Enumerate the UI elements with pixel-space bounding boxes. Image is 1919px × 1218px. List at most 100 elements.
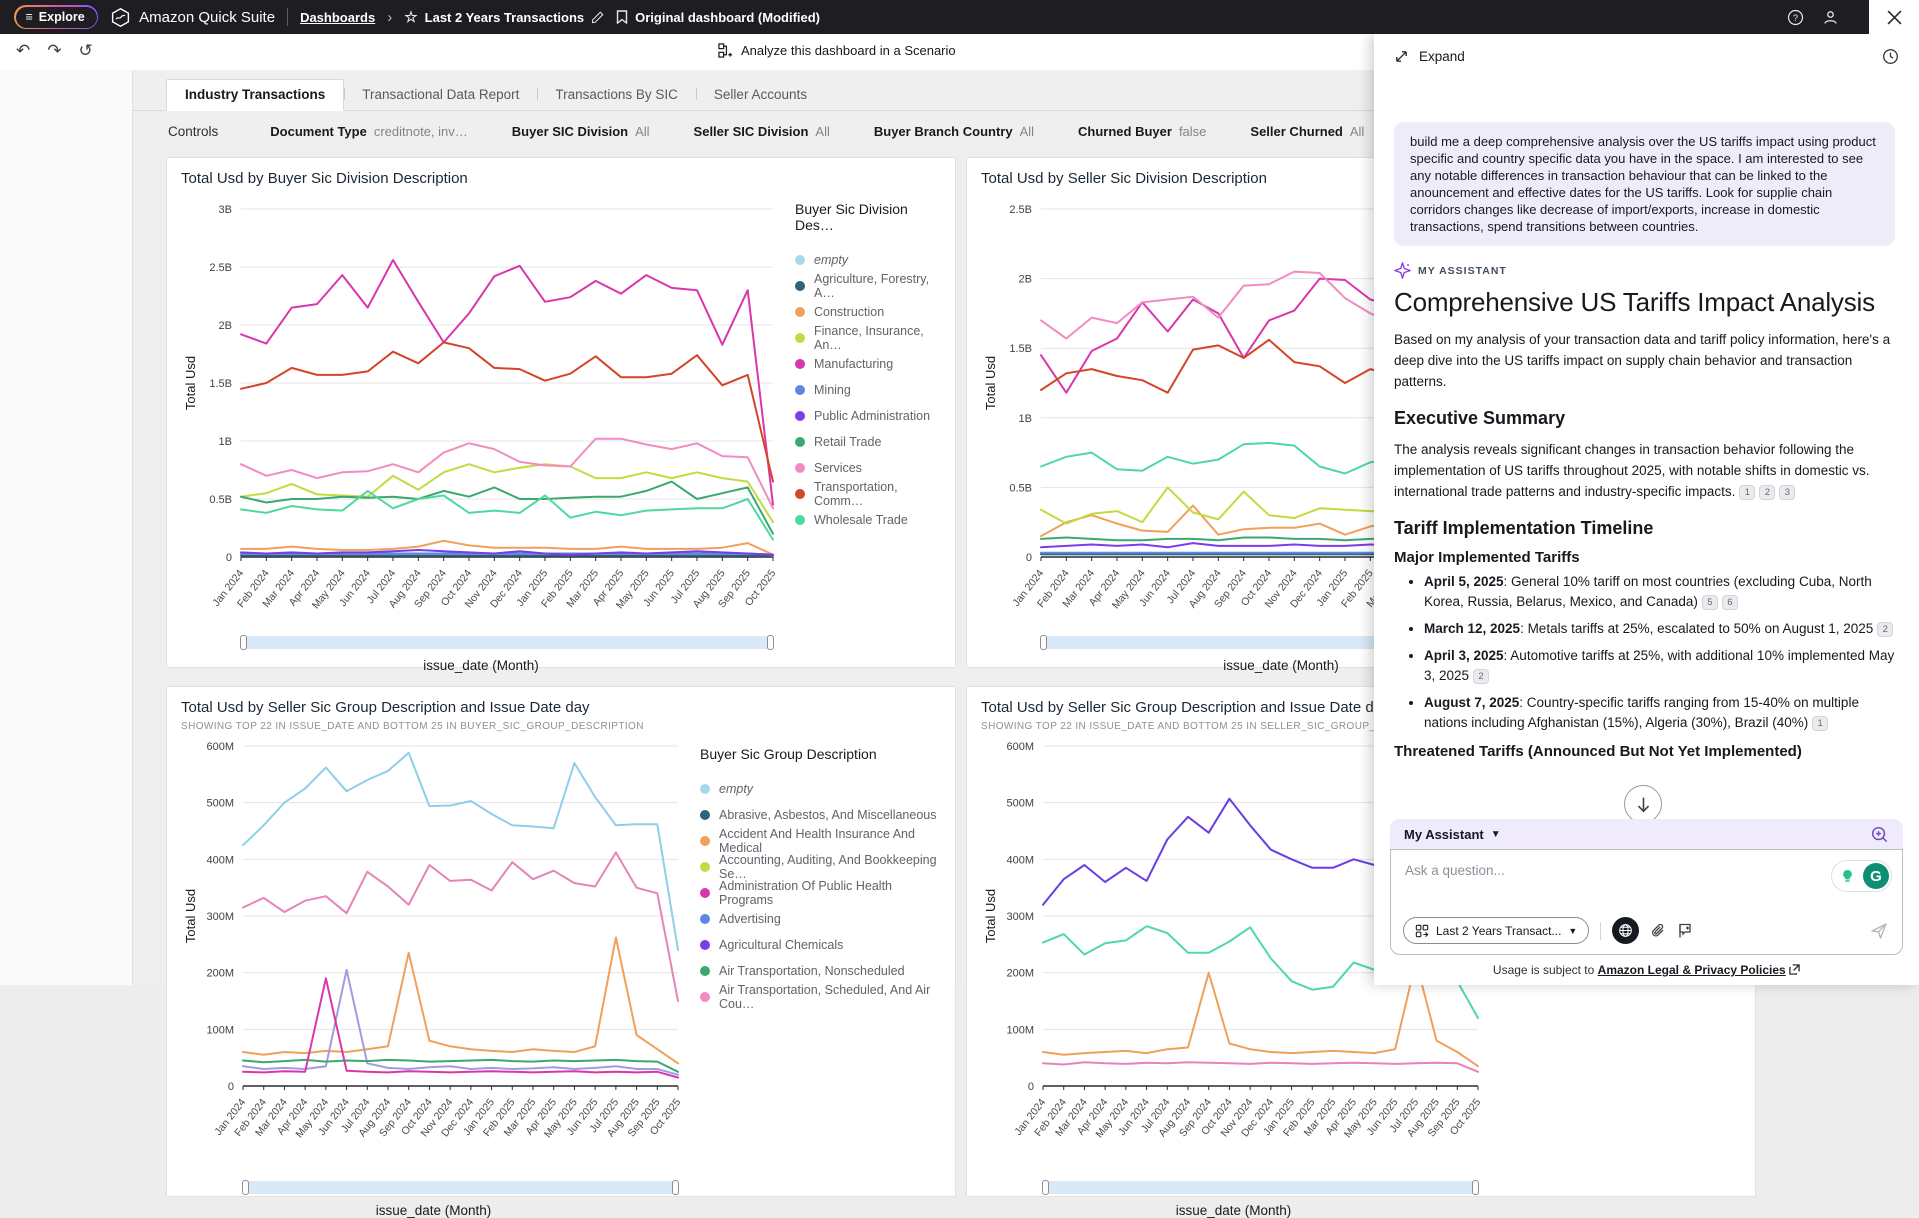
tab-seller-accounts[interactable]: Seller Accounts	[696, 80, 825, 110]
expand-icon[interactable]	[1394, 49, 1409, 64]
citation-chip-1[interactable]: 1	[1812, 716, 1828, 731]
prompt-library-button[interactable]	[1677, 923, 1693, 939]
web-search-toggle[interactable]	[1612, 917, 1639, 944]
slider-handle-left[interactable]	[242, 1180, 249, 1195]
legend-item-public-administration[interactable]: Public Administration	[795, 403, 941, 429]
undo-icon[interactable]: ↶	[16, 41, 30, 61]
control-seller-sic-division[interactable]: Seller SIC DivisionAll	[694, 124, 830, 139]
explore-button[interactable]: ≡ Explore	[14, 5, 98, 29]
legend-item-finance-insurance-an-[interactable]: Finance, Insurance, An…	[795, 325, 941, 351]
grammarly-g-icon[interactable]: G	[1863, 863, 1889, 889]
close-icon	[1887, 10, 1902, 25]
brand[interactable]: Amazon Quick Suite	[110, 7, 275, 28]
help-icon[interactable]: ?	[1787, 9, 1804, 26]
legend-item-manufacturing[interactable]: Manufacturing	[795, 351, 941, 377]
citation-chip-2[interactable]: 2	[1759, 485, 1775, 500]
svg-text:200M: 200M	[1006, 968, 1034, 980]
chart-legend: Buyer Sic Division Des…emptyAgriculture,…	[781, 191, 941, 673]
legal-link[interactable]: Amazon Legal & Privacy Policies	[1598, 963, 1786, 977]
svg-text:600M: 600M	[1006, 741, 1034, 753]
reset-icon[interactable]: ↺	[79, 41, 93, 61]
svg-text:0: 0	[1026, 552, 1032, 564]
close-panel-button[interactable]	[1869, 0, 1919, 34]
question-input[interactable]: Ask a question... G Last 2 Years Transac…	[1390, 849, 1903, 955]
svg-text:300M: 300M	[206, 911, 234, 923]
zoom-chat-icon[interactable]	[1870, 825, 1889, 844]
redo-icon[interactable]: ↷	[47, 41, 61, 61]
legend-item-air-transportation-scheduled-and-air-cou-[interactable]: Air Transportation, Scheduled, And Air C…	[700, 984, 941, 1010]
legend-item-advertising[interactable]: Advertising	[700, 906, 941, 932]
legend-item-accident-and-health-insurance-and-medical[interactable]: Accident And Health Insurance And Medica…	[700, 828, 941, 854]
edit-pencil-icon[interactable]	[591, 11, 604, 24]
legend-item-retail-trade[interactable]: Retail Trade	[795, 429, 941, 455]
x-axis-label: issue_date (Month)	[981, 1203, 1486, 1218]
slider-handle-right[interactable]	[1472, 1180, 1479, 1195]
legend-item-administration-of-public-health-programs[interactable]: Administration Of Public Health Programs	[700, 880, 941, 906]
slider-handle-right[interactable]	[672, 1180, 679, 1195]
control-buyer-branch-country[interactable]: Buyer Branch CountryAll	[874, 124, 1034, 139]
attach-file-button[interactable]	[1650, 923, 1666, 939]
tab-transactional-data-report[interactable]: Transactional Data Report	[344, 80, 537, 110]
citation-chip-6[interactable]: 6	[1722, 595, 1738, 610]
legend-dot	[700, 940, 710, 950]
legend-item-agriculture-forestry-a-[interactable]: Agriculture, Forestry, A…	[795, 273, 941, 299]
data-scope-chip[interactable]: Last 2 Years Transact... ▼	[1403, 917, 1589, 944]
control-buyer-sic-division[interactable]: Buyer SIC DivisionAll	[512, 124, 650, 139]
scenario-icon	[718, 43, 733, 58]
caret-down-icon[interactable]: ▼	[1491, 829, 1501, 840]
chart-subtitle: SHOWING TOP 22 IN ISSUE_DATE AND BOTTOM …	[181, 721, 941, 732]
legend-item-transportation-comm-[interactable]: Transportation, Comm…	[795, 481, 941, 507]
expand-label[interactable]: Expand	[1419, 49, 1465, 64]
control-churned-buyer[interactable]: Churned Buyerfalse	[1078, 124, 1206, 139]
sparkle-icon	[1394, 262, 1411, 279]
legend-item-abrasive-asbestos-and-miscellaneous[interactable]: Abrasive, Asbestos, And Miscellaneous	[700, 802, 941, 828]
citation-chip-3[interactable]: 3	[1779, 485, 1795, 500]
star-icon[interactable]: ☆	[404, 8, 417, 26]
control-document-type[interactable]: Document Typecreditnote, inv…	[270, 124, 468, 139]
citation-chip-5[interactable]: 5	[1702, 595, 1718, 610]
history-clock-icon[interactable]	[1882, 48, 1899, 65]
dashboard-title[interactable]: ☆ Last 2 Years Transactions	[404, 8, 604, 26]
legend-title: Buyer Sic Group Description	[700, 746, 941, 762]
slider-handle-right[interactable]	[767, 635, 774, 650]
legend-item-air-transportation-nonscheduled[interactable]: Air Transportation, Nonscheduled	[700, 958, 941, 984]
slider-handle-left[interactable]	[240, 635, 247, 650]
tab-industry-transactions[interactable]: Industry Transactions	[166, 79, 344, 111]
legend-item-accounting-auditing-and-bookkeeping-se-[interactable]: Accounting, Auditing, And Bookkeeping Se…	[700, 854, 941, 880]
legend-item-mining[interactable]: Mining	[795, 377, 941, 403]
citation-chip-2[interactable]: 2	[1473, 669, 1489, 684]
date-range-slider[interactable]	[241, 636, 773, 649]
scroll-to-bottom-button[interactable]	[1624, 785, 1662, 819]
citation-chip-1[interactable]: 1	[1739, 485, 1755, 500]
legal-footer: Usage is subject to Amazon Legal & Priva…	[1390, 955, 1903, 985]
chart-card-buyer-sic-division: Total Usd by Buyer Sic Division Descript…	[166, 157, 956, 668]
legend-item-empty[interactable]: empty	[700, 776, 941, 802]
grammarly-widget[interactable]: G	[1831, 860, 1892, 892]
slider-handle-left[interactable]	[1042, 1180, 1049, 1195]
legend-item-wholesale-trade[interactable]: Wholesale Trade	[795, 507, 941, 533]
left-sidebar	[0, 70, 133, 985]
dashboard-version[interactable]: Original dashboard (Modified)	[616, 10, 820, 25]
analyze-scenario-button[interactable]: Analyze this dashboard in a Scenario	[718, 43, 956, 58]
series-line-orange	[243, 938, 678, 1064]
date-range-slider[interactable]	[243, 1181, 678, 1194]
lightbulb-icon[interactable]	[1834, 863, 1860, 889]
legend-item-construction[interactable]: Construction	[795, 299, 941, 325]
svg-text:Total Usd: Total Usd	[183, 889, 198, 943]
control-seller-churned[interactable]: Seller ChurnedAll	[1250, 124, 1364, 139]
series-empty	[243, 753, 678, 950]
legend-item-agricultural-chemicals[interactable]: Agricultural Chemicals	[700, 932, 941, 958]
date-range-slider[interactable]	[1043, 1181, 1478, 1194]
breadcrumb-dashboards[interactable]: Dashboards	[300, 10, 375, 25]
chart-legend: Buyer Sic Group Description emptyAbrasive…	[686, 736, 941, 1218]
slider-handle-left[interactable]	[1040, 635, 1047, 650]
legend-dot	[795, 359, 805, 369]
send-button[interactable]	[1870, 922, 1888, 940]
user-profile-icon[interactable]	[1822, 9, 1839, 26]
tab-transactions-by-sic[interactable]: Transactions By SIC	[537, 80, 696, 110]
legend-dot	[700, 784, 710, 794]
legend-item-services[interactable]: Services	[795, 455, 941, 481]
legend-item-empty[interactable]: empty	[795, 247, 941, 273]
assistant-selector[interactable]: My Assistant	[1404, 827, 1484, 842]
citation-chip-2[interactable]: 2	[1877, 622, 1893, 637]
